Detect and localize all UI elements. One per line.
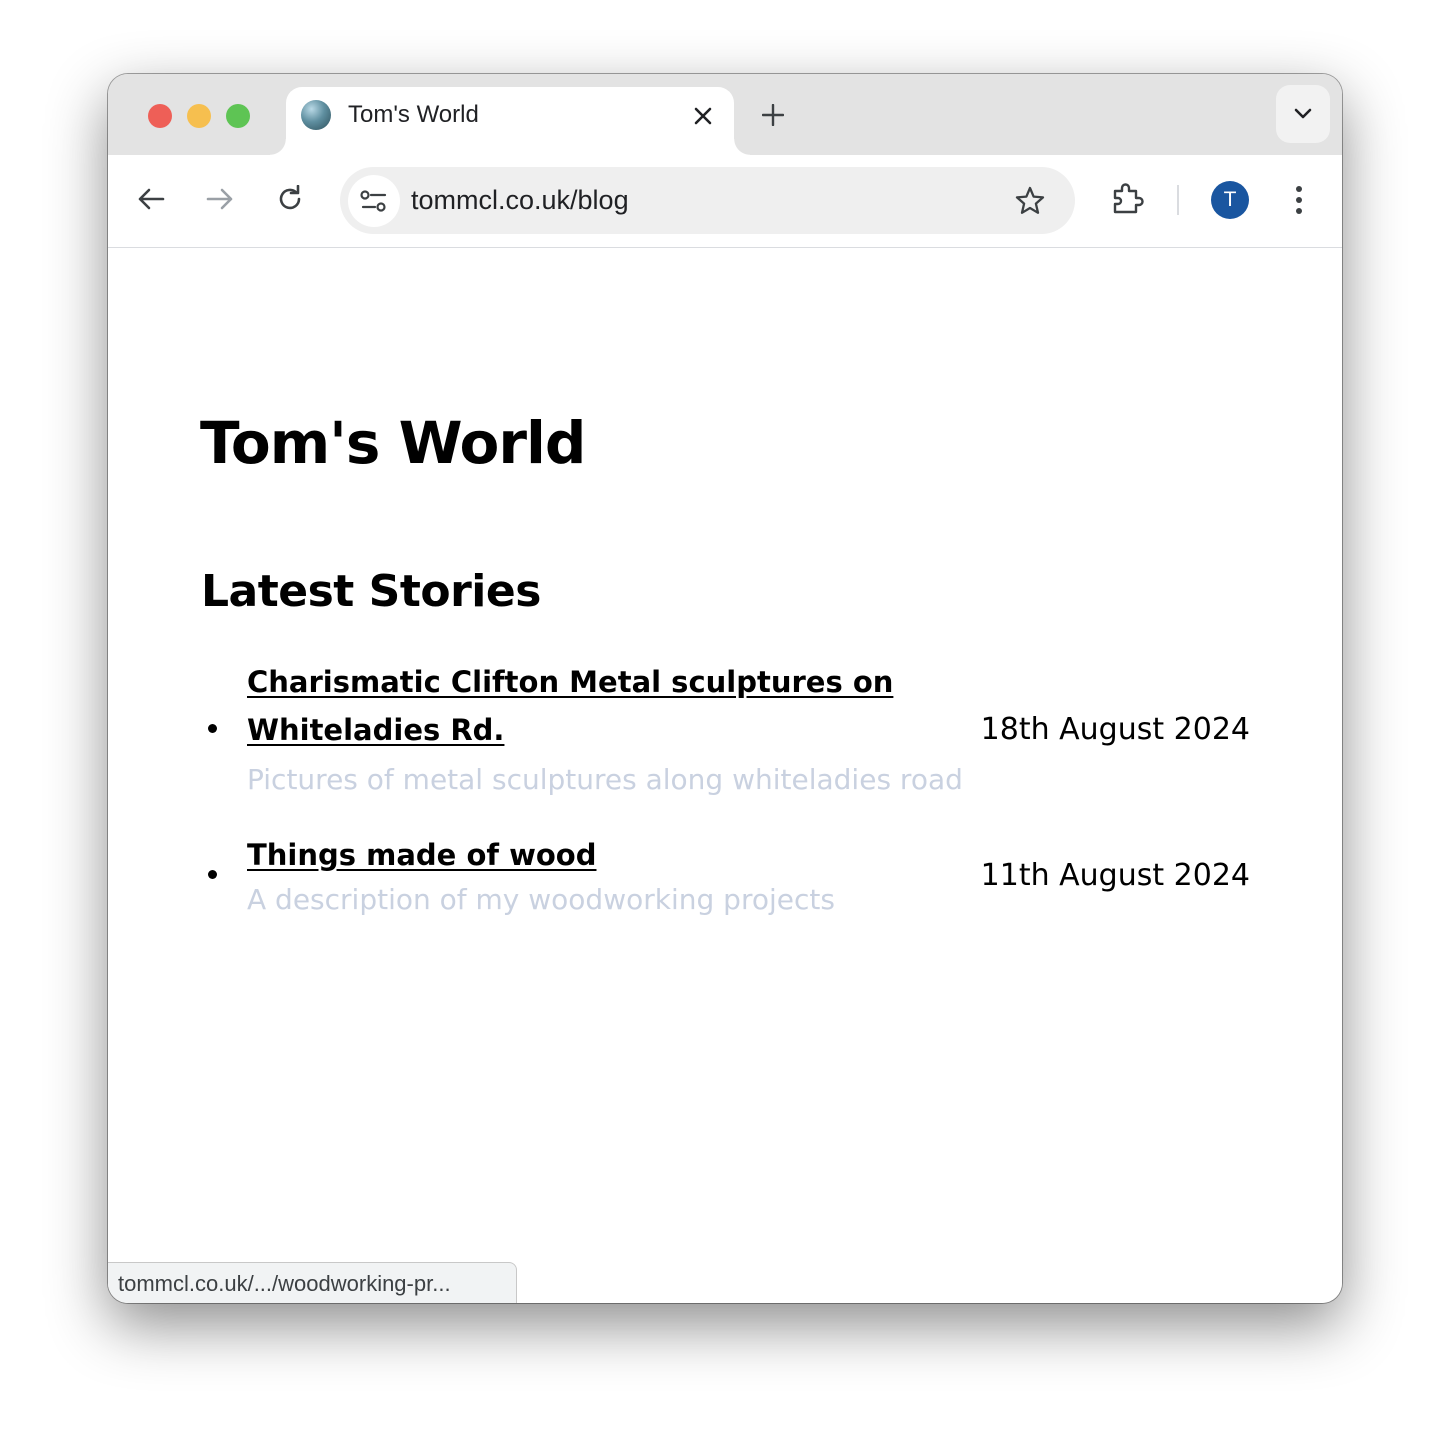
reload-icon[interactable]	[274, 183, 306, 215]
toolbar-divider	[1177, 185, 1179, 215]
story-link[interactable]: Charismatic Clifton Metal sculptures on …	[247, 658, 947, 754]
tab-title: Tom's World	[348, 101, 479, 128]
close-window-button[interactable]	[148, 104, 172, 128]
close-icon[interactable]	[690, 103, 716, 129]
page-title: Tom's World	[200, 409, 586, 477]
story-description: A description of my woodworking projects	[247, 883, 835, 916]
list-bullet	[208, 870, 217, 879]
minimize-window-button[interactable]	[187, 104, 211, 128]
puzzle-icon[interactable]	[1108, 180, 1146, 218]
browser-toolbar: tommcl.co.uk/blog T	[108, 155, 1342, 248]
maximize-window-button[interactable]	[226, 104, 250, 128]
story-description: Pictures of metal sculptures along white…	[247, 763, 963, 796]
browser-window: Tom's World tommcl.co.uk/blog T Tom's Wo…	[108, 74, 1342, 1303]
tab-strip: Tom's World	[108, 74, 1342, 155]
tab-active[interactable]: Tom's World	[270, 87, 750, 155]
kebab-menu-icon[interactable]	[1285, 183, 1313, 217]
avatar[interactable]: T	[1211, 181, 1249, 219]
tune-icon[interactable]	[348, 175, 400, 227]
plus-icon[interactable]	[758, 100, 788, 130]
status-url-text: tommcl.co.uk/.../woodworking-pr...	[118, 1271, 451, 1296]
page-content: Tom's World Latest Stories Charismatic C…	[108, 248, 1342, 1303]
arrow-left-icon[interactable]	[135, 183, 167, 215]
status-bar: tommcl.co.uk/.../woodworking-pr...	[108, 1262, 517, 1303]
globe-favicon-icon	[301, 100, 331, 130]
address-bar[interactable]: tommcl.co.uk/blog	[340, 167, 1075, 234]
arrow-right-icon[interactable]	[204, 183, 236, 215]
section-title: Latest Stories	[201, 566, 541, 617]
story-date: 18th August 2024	[980, 712, 1250, 747]
star-icon[interactable]	[1013, 184, 1047, 218]
story-date: 11th August 2024	[980, 858, 1250, 893]
list-bullet	[208, 724, 217, 733]
list-item: Charismatic Clifton Metal sculptures on …	[200, 656, 1250, 796]
chevron-down-icon[interactable]	[1276, 85, 1330, 143]
story-link[interactable]: Things made of wood	[247, 831, 596, 879]
list-item: Things made of wood A description of my …	[200, 831, 1250, 931]
url-text: tommcl.co.uk/blog	[411, 185, 629, 215]
